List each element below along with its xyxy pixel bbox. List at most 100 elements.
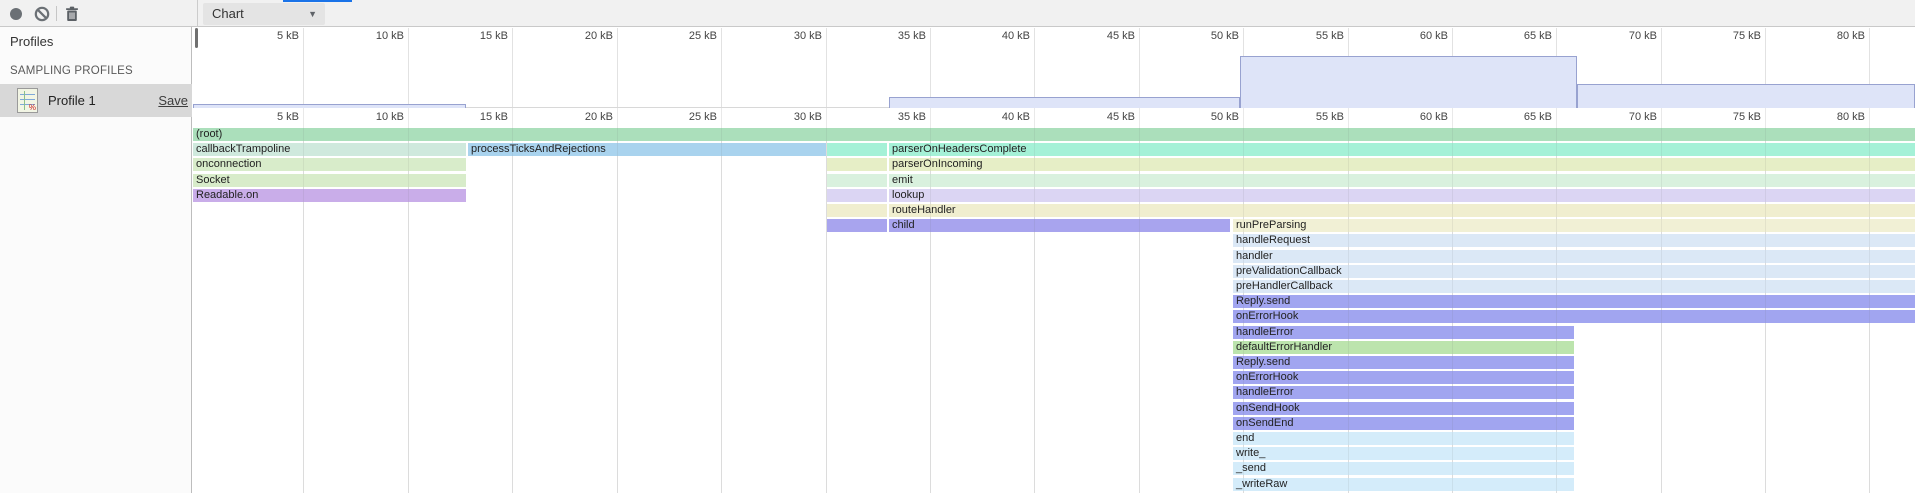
flame-bar-onsendend[interactable]: onSendEnd — [1233, 417, 1574, 430]
tick-label: 80 kB — [1837, 30, 1865, 42]
flame-bar-defaulterrorhandler[interactable]: defaultErrorHandler — [1233, 341, 1574, 354]
tick-label: 15 kB — [480, 30, 508, 42]
tick-label: 20 kB — [585, 111, 613, 123]
tick-label: 15 kB — [480, 111, 508, 123]
flame-bar-handleerror[interactable]: handleError — [1233, 326, 1574, 339]
gridline — [1661, 128, 1662, 493]
flame-bar-runpreparsing[interactable]: runPreParsing — [1233, 219, 1915, 232]
panel-divider — [197, 0, 198, 27]
flame-chart: (root) callbackTrampolineprocessTicksAndR… — [193, 128, 1915, 493]
tick-label: 80 kB — [1837, 111, 1865, 123]
gridline — [1243, 128, 1244, 493]
gridline — [930, 128, 931, 493]
flame-bar-callbacktrampoline[interactable]: callbackTrampoline — [193, 143, 466, 156]
vertical-scrollbar-thumb[interactable] — [195, 28, 198, 48]
tick-label: 75 kB — [1733, 30, 1761, 42]
save-profile-link[interactable]: Save — [158, 93, 188, 108]
flame-bar[interactable] — [827, 204, 887, 217]
flame-bar-socket[interactable]: Socket — [193, 174, 466, 187]
flame-bar-onerrorhook[interactable]: onErrorHook — [1233, 310, 1915, 323]
tick-label: 30 kB — [794, 111, 822, 123]
tick-label: 50 kB — [1211, 30, 1239, 42]
sampling-profiles-heading: SAMPLING PROFILES — [10, 65, 133, 77]
clear-all-button[interactable] — [33, 5, 51, 23]
flame-bar-routehandler[interactable]: routeHandler — [889, 204, 1915, 217]
flame-bar[interactable] — [827, 174, 887, 187]
flame-bar[interactable] — [827, 189, 887, 202]
gridline — [1869, 128, 1870, 493]
overview-segment[interactable] — [1577, 84, 1915, 108]
flame-bar[interactable] — [827, 143, 887, 156]
sidebar-item-profile-1[interactable]: % Profile 1 Save — [0, 84, 192, 117]
tick-label: 20 kB — [585, 30, 613, 42]
profiles-heading: Profiles — [10, 34, 53, 49]
chevron-down-icon: ▼ — [308, 3, 317, 25]
flame-bar-readable-on[interactable]: Readable.on — [193, 189, 466, 202]
flame-bar-parseronincoming[interactable]: parserOnIncoming — [889, 158, 1915, 171]
view-mode-value: Chart — [212, 6, 244, 21]
tick-label: 40 kB — [1002, 111, 1030, 123]
tick-label: 10 kB — [376, 30, 404, 42]
gridline — [1765, 128, 1766, 493]
flame-bar-parseronheaderscomplete[interactable]: parserOnHeadersComplete — [889, 143, 1915, 156]
delete-profile-button[interactable] — [63, 5, 81, 23]
toolbar: Chart ▼ — [0, 0, 1915, 27]
flame-bar-onsendhook[interactable]: onSendHook — [1233, 402, 1574, 415]
flame-bar-child[interactable]: child — [889, 219, 1230, 232]
flame-bar-lookup[interactable]: lookup — [889, 189, 1915, 202]
gridline — [512, 128, 513, 493]
gridline — [721, 128, 722, 493]
tick-label: 25 kB — [689, 30, 717, 42]
flame-bar-handler[interactable]: handler — [1233, 250, 1915, 263]
flame-bar-write-[interactable]: write_ — [1233, 447, 1574, 460]
flame-bar-handlerequest[interactable]: handleRequest — [1233, 234, 1915, 247]
tick-label: 70 kB — [1629, 30, 1657, 42]
flame-bar-reply-send[interactable]: Reply.send — [1233, 356, 1574, 369]
tick-label: 25 kB — [689, 111, 717, 123]
block-icon — [33, 5, 51, 23]
flame-bar-onconnection[interactable]: onconnection — [193, 158, 466, 171]
tick-label: 75 kB — [1733, 111, 1761, 123]
flame-bar--writeraw[interactable]: _writeRaw — [1233, 478, 1574, 491]
flame-bar-prevalidationcallback[interactable]: preValidationCallback — [1233, 265, 1915, 278]
tick-label: 70 kB — [1629, 111, 1657, 123]
tick-label: 5 kB — [277, 111, 299, 123]
flame-bar-reply-send[interactable]: Reply.send — [1233, 295, 1915, 308]
overview-segment[interactable] — [193, 104, 466, 108]
trash-icon — [63, 5, 81, 23]
flame-bar-end[interactable]: end — [1233, 432, 1574, 445]
flame-bar--send[interactable]: _send — [1233, 462, 1574, 475]
flame-bar[interactable] — [827, 158, 887, 171]
tick-label: 60 kB — [1420, 111, 1448, 123]
flame-bar-onerrorhook[interactable]: onErrorHook — [1233, 371, 1574, 384]
flame-bar--root-[interactable]: (root) — [193, 128, 1915, 141]
overview-segment[interactable] — [1240, 56, 1577, 108]
profiler-app: Chart ▼ Profiles SAMPLING PROFILES % Pro… — [0, 0, 1915, 493]
flame-bar-processticksandrejections[interactable]: processTicksAndRejections — [468, 143, 826, 156]
flame-bar-handleerror[interactable]: handleError — [1233, 386, 1574, 399]
overview-segment[interactable] — [889, 97, 1240, 108]
flame-bar-emit[interactable]: emit — [889, 174, 1915, 187]
tick-label: 55 kB — [1316, 30, 1344, 42]
gridline — [1139, 128, 1140, 493]
tick-label: 65 kB — [1524, 111, 1552, 123]
gridline — [826, 128, 827, 493]
tick-label: 10 kB — [376, 111, 404, 123]
tick-label: 60 kB — [1420, 30, 1448, 42]
gridline — [1556, 128, 1557, 493]
gridline — [1348, 128, 1349, 493]
tick-label: 35 kB — [898, 30, 926, 42]
flame-bar-prehandlercallback[interactable]: preHandlerCallback — [1233, 280, 1915, 293]
flame-bar[interactable] — [827, 219, 887, 232]
record-icon — [10, 8, 22, 20]
tick-label: 5 kB — [277, 30, 299, 42]
tick-label: 55 kB — [1316, 111, 1344, 123]
profile-name: Profile 1 — [48, 93, 96, 108]
heap-profile-icon: % — [17, 88, 38, 113]
tick-label: 40 kB — [1002, 30, 1030, 42]
tick-label: 65 kB — [1524, 30, 1552, 42]
flame-chart-panel: 5 kB 10 kB 15 kB 20 kB 25 kB 30 kB 35 kB 40 kB 4… — [193, 27, 1915, 493]
tick-label: 50 kB — [1211, 111, 1239, 123]
record-button[interactable] — [7, 5, 25, 23]
view-mode-select[interactable]: Chart ▼ — [203, 3, 325, 25]
